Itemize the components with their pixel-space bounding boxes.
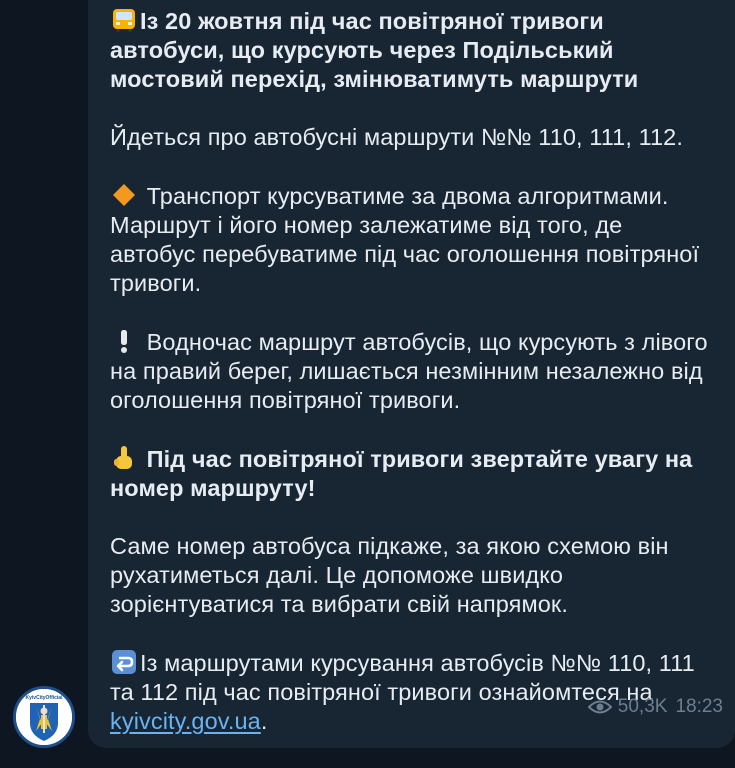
paragraph-text: Транспорт курсуватиме за двома алгоритма… bbox=[110, 183, 700, 296]
kyivcity-link[interactable]: kyivcity.gov.ua bbox=[110, 708, 261, 734]
paragraph-scheme: Саме номер автобуса підкаже, за якою схе… bbox=[110, 532, 711, 619]
exclamation-icon bbox=[110, 327, 138, 355]
paragraph-text: Водночас маршрут автобусів, що курсують … bbox=[110, 329, 708, 413]
paragraph-headline: Із 20 жовтня під час повітряної тривоги … bbox=[110, 6, 711, 94]
pointing-up-icon bbox=[110, 444, 138, 472]
eye-icon bbox=[587, 700, 612, 714]
message-meta: 50,3K 18:23 bbox=[587, 696, 723, 718]
paragraph-end: . bbox=[260, 708, 268, 734]
view-count: 50,3K bbox=[617, 696, 668, 717]
paragraph-attention: Під час повітряної тривоги звертайте ува… bbox=[110, 444, 711, 503]
paragraph-algorithms: Транспорт курсуватиме за двома алгоритма… bbox=[110, 181, 711, 298]
channel-avatar[interactable]: KyivCityOfficial bbox=[13, 686, 75, 748]
paragraph-link: Із маршрутами курсування автобусів №№ 11… bbox=[110, 648, 711, 736]
paragraph-text: Йдеться про автобусні маршрути №№ 110, 1… bbox=[110, 124, 683, 150]
bus-icon bbox=[110, 6, 138, 34]
avatar-emblem: KyivCityOfficial bbox=[16, 689, 72, 745]
orange-diamond-icon bbox=[110, 181, 138, 209]
return-arrow-icon bbox=[110, 648, 138, 676]
paragraph-text: Із 20 жовтня під час повітряної тривоги … bbox=[110, 8, 639, 92]
message-bubble: Із 20 жовтня під час повітряної тривоги … bbox=[88, 0, 735, 748]
avatar-label: KyivCityOfficial bbox=[26, 695, 64, 701]
message-time: 18:23 bbox=[675, 696, 723, 717]
paragraph-text: Саме номер автобуса підкаже, за якою схе… bbox=[110, 533, 669, 617]
paragraph-text: Під час повітряної тривоги звертайте ува… bbox=[110, 446, 693, 501]
message-text: Із 20 жовтня під час повітряної тривоги … bbox=[110, 6, 711, 736]
paragraph-routes: Йдеться про автобусні маршрути №№ 110, 1… bbox=[110, 123, 711, 152]
paragraph-left-bank: Водночас маршрут автобусів, що курсують … bbox=[110, 327, 711, 415]
